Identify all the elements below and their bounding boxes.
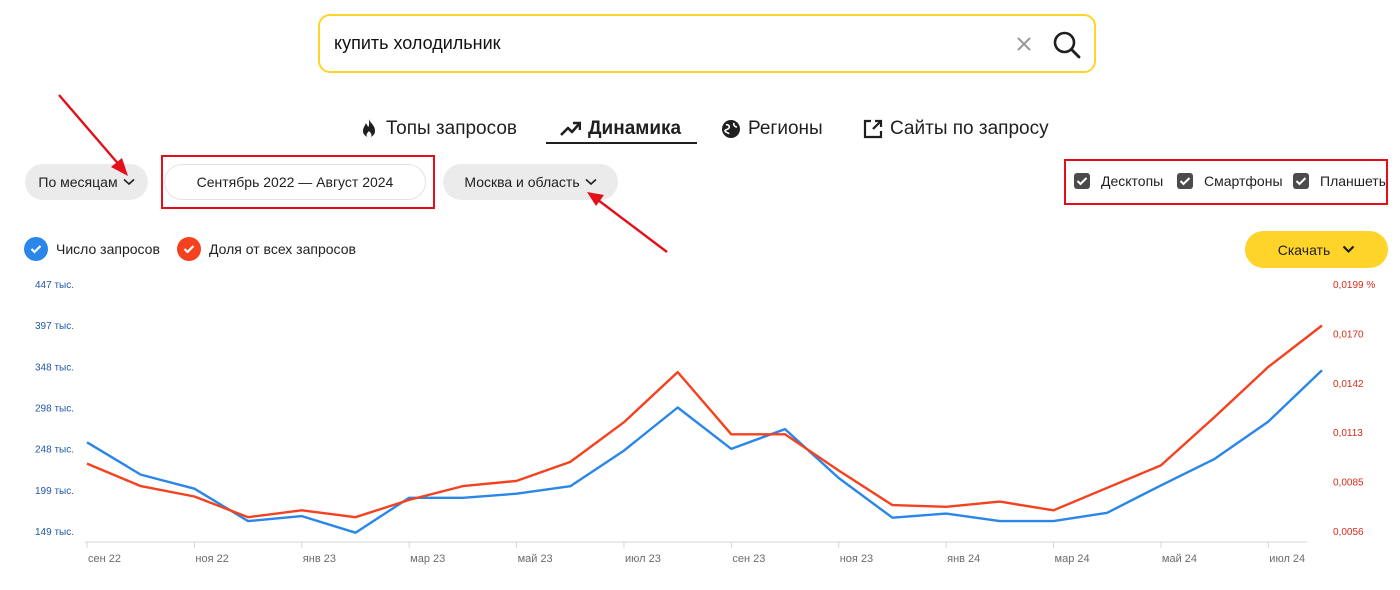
download-button[interactable]: Скачать [1245,231,1388,268]
x-tick-label: мар 24 [1055,553,1090,565]
x-tick-label: сен 22 [88,553,121,565]
x-tick-label: янв 23 [303,553,336,565]
region-select[interactable]: Москва и область [443,164,618,200]
y-left-tick-label: 447 тыс. [35,280,74,291]
y-left-tick-label: 248 тыс. [35,445,74,456]
annotation-box-date [161,155,435,209]
x-tick-label: ноя 22 [195,553,228,565]
chevron-down-icon [585,178,597,186]
search-icon[interactable] [1050,28,1084,62]
series-line [86,369,1323,534]
period-select[interactable]: По месяцам [25,164,148,200]
chevron-down-icon [123,178,135,186]
search-box[interactable]: купить холодильник [318,14,1096,73]
y-right-tick-label: 0,0199 % [1333,280,1375,291]
x-tick-label: май 23 [518,553,553,565]
y-left-tick-label: 348 тыс. [35,362,74,373]
legend-label: Доля от всех запросов [209,241,356,257]
y-right-tick-label: 0,0056 [1333,527,1364,538]
tab-label: Топы запросов [386,118,517,139]
period-label: По месяцам [38,174,118,190]
clear-icon[interactable] [1012,32,1036,56]
checkmark-icon[interactable] [177,237,201,261]
tab-top-queries[interactable]: Топы запросов [359,113,517,145]
tab-label: Регионы [748,118,823,139]
chevron-down-icon [1342,245,1355,254]
y-left-tick-label: 298 тыс. [35,404,74,415]
x-tick-label: май 24 [1162,553,1197,565]
checkmark-icon[interactable] [24,237,48,261]
x-tick-label: июл 24 [1269,553,1305,565]
trend-icon [560,121,581,136]
tabs-bar: Топы запросов Динамика Регионы Сайты по … [0,113,1400,149]
tab-label: Динамика [588,118,682,139]
legend-item-queries[interactable]: Число запросов [24,237,160,261]
dynamics-chart: 447 тыс. 397 тыс. 348 тыс. 298 тыс. 248 тыс.… [35,280,1375,565]
y-left-tick-label: 397 тыс. [35,321,74,332]
tab-dynamics[interactable]: Динамика [560,113,681,145]
y-left-tick-label: 149 тыс. [35,527,74,538]
external-link-icon [863,119,883,139]
y-right-tick-label: 0,0170 [1333,329,1364,340]
legend-label: Число запросов [56,241,160,257]
x-tick-label: ноя 23 [840,553,873,565]
x-tick-label: янв 24 [947,553,980,565]
active-tab-underline [546,142,697,144]
tab-label: Сайты по запросу [890,118,1049,139]
tab-regions[interactable]: Регионы [721,113,823,145]
y-right-tick-label: 0,0142 [1333,379,1364,390]
search-input[interactable]: купить холодильник [334,33,501,54]
legend-item-share[interactable]: Доля от всех запросов [177,237,356,261]
y-right-tick-label: 0,0113 [1333,428,1363,439]
annotation-box-devices [1064,159,1388,205]
tab-sites[interactable]: Сайты по запросу [863,113,1049,145]
x-tick-label: июл 23 [625,553,661,565]
fire-icon [363,119,375,138]
x-tick-label: сен 23 [732,553,765,565]
x-tick-label: мар 23 [410,553,445,565]
y-right-tick-label: 0,0085 [1333,478,1364,489]
y-left-tick-label: 199 тыс. [35,486,74,497]
series-line [86,324,1323,519]
globe-icon [722,120,740,138]
region-label: Москва и область [464,174,580,190]
annotation-arrow [587,192,668,253]
download-label: Скачать [1277,241,1331,258]
